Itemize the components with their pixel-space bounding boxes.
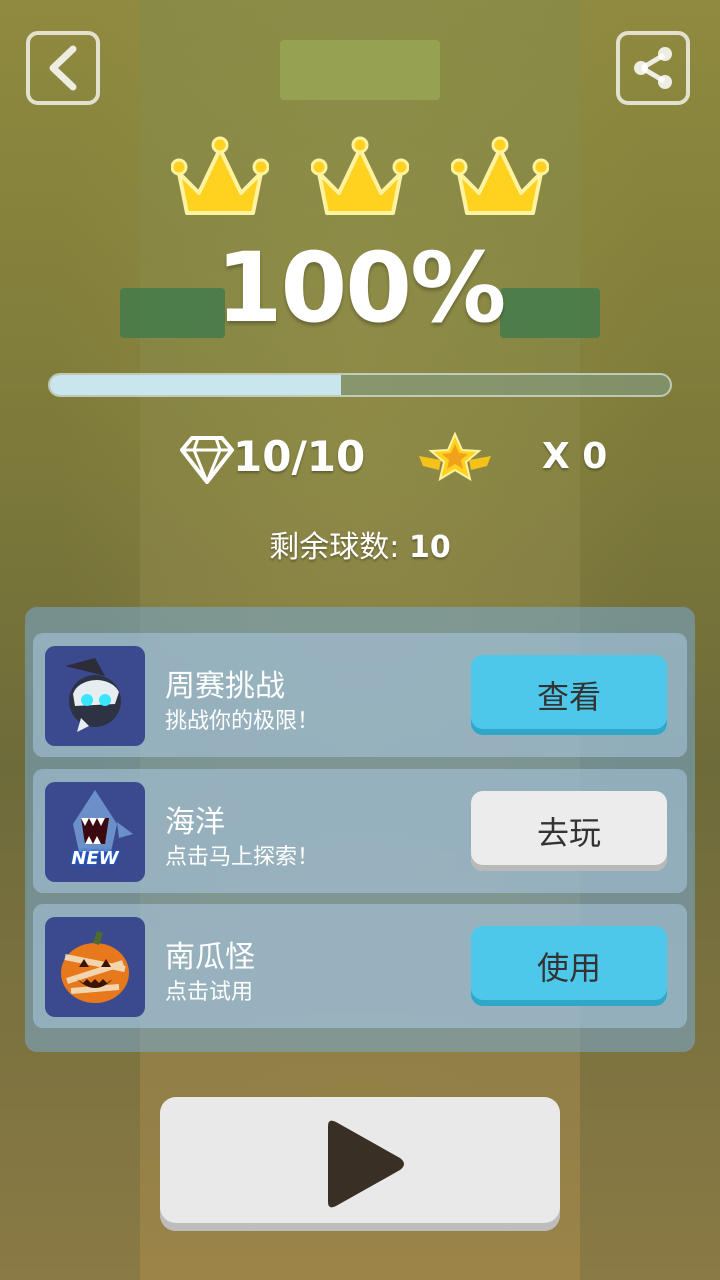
track-tile <box>280 40 440 100</box>
winged-star-icon <box>419 431 491 482</box>
row-title: 周赛挑战 <box>165 669 285 704</box>
offers-panel: 周赛挑战 挑战你的极限！ 查看 NEW 海洋 点击马上探索！ 去玩 南瓜怪 点击… <box>25 607 695 1052</box>
use-button[interactable]: 使用 <box>471 926 667 1006</box>
play-icon <box>328 1120 404 1208</box>
crown-icon <box>451 136 549 215</box>
row-title: 南瓜怪 <box>165 940 255 975</box>
row-subtitle: 点击马上探索！ <box>165 845 320 870</box>
back-arrow-icon <box>49 45 77 91</box>
robot-ball-icon <box>45 646 145 746</box>
gem-count: 10/10 <box>233 432 366 481</box>
remaining-label: 剩余球数: <box>269 530 400 565</box>
stats-row: 10/10 X 0 <box>0 430 720 490</box>
back-button[interactable] <box>26 31 100 105</box>
list-item-weekly-challenge: 周赛挑战 挑战你的极限！ 查看 <box>33 633 687 757</box>
shark-icon: NEW <box>45 782 145 882</box>
new-badge: NEW <box>71 848 119 869</box>
row-subtitle: 点击试用 <box>165 980 254 1005</box>
remaining-balls: 剩余球数: 10 <box>0 522 720 566</box>
crown-icon <box>171 136 269 215</box>
star-count: X 0 <box>542 436 608 477</box>
row-subtitle: 挑战你的极限！ <box>165 709 320 734</box>
play-button[interactable] <box>160 1097 560 1231</box>
play-now-button[interactable]: 去玩 <box>471 791 667 871</box>
diamond-icon <box>180 436 234 484</box>
progress-fill <box>50 375 342 395</box>
completion-percent: 100% <box>215 232 507 344</box>
share-button[interactable] <box>616 31 690 105</box>
pumpkin-icon <box>45 917 145 1017</box>
list-item-ocean: NEW 海洋 点击马上探索！ 去玩 <box>33 769 687 893</box>
list-item-pumpkin: 南瓜怪 点击试用 使用 <box>33 904 687 1028</box>
remaining-value: 10 <box>408 530 451 565</box>
view-button[interactable]: 查看 <box>471 655 667 735</box>
progress-bar <box>48 373 672 397</box>
share-icon <box>634 47 672 89</box>
crown-rating <box>0 135 720 225</box>
row-title: 海洋 <box>165 805 225 840</box>
crown-icon <box>311 136 409 215</box>
